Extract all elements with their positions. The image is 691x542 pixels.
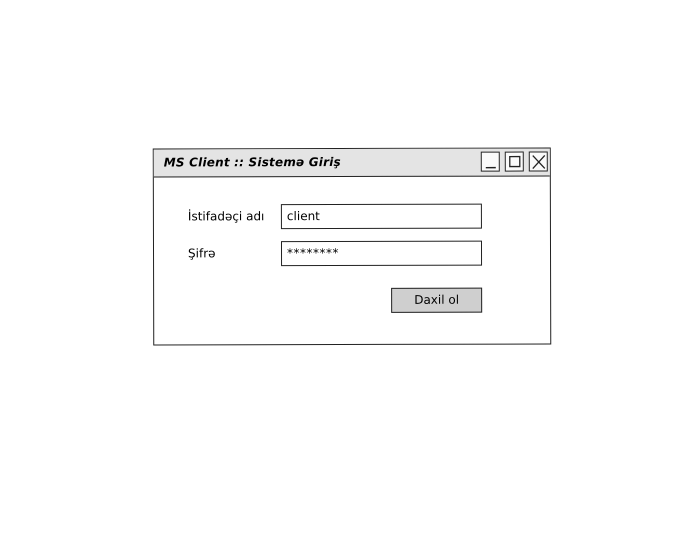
username-input[interactable]: client [280, 203, 482, 230]
close-icon [532, 155, 546, 169]
password-input[interactable]: ******** [280, 240, 483, 267]
password-label: Şifrə [187, 246, 216, 261]
login-window: MS Client :: Sistemə Giriş İstifadəçi ad… [152, 147, 552, 346]
minimize-button[interactable] [480, 151, 500, 172]
window-title: MS Client :: Sistemə Giriş [163, 155, 341, 170]
title-bar[interactable]: MS Client :: Sistemə Giriş [153, 148, 550, 178]
username-label: İstifadəçi adı [187, 209, 265, 224]
maximize-button[interactable] [504, 151, 524, 172]
maximize-icon [509, 155, 521, 168]
close-button[interactable] [528, 151, 548, 172]
minimize-icon [485, 166, 496, 169]
login-button[interactable]: Daxil ol [391, 287, 483, 313]
